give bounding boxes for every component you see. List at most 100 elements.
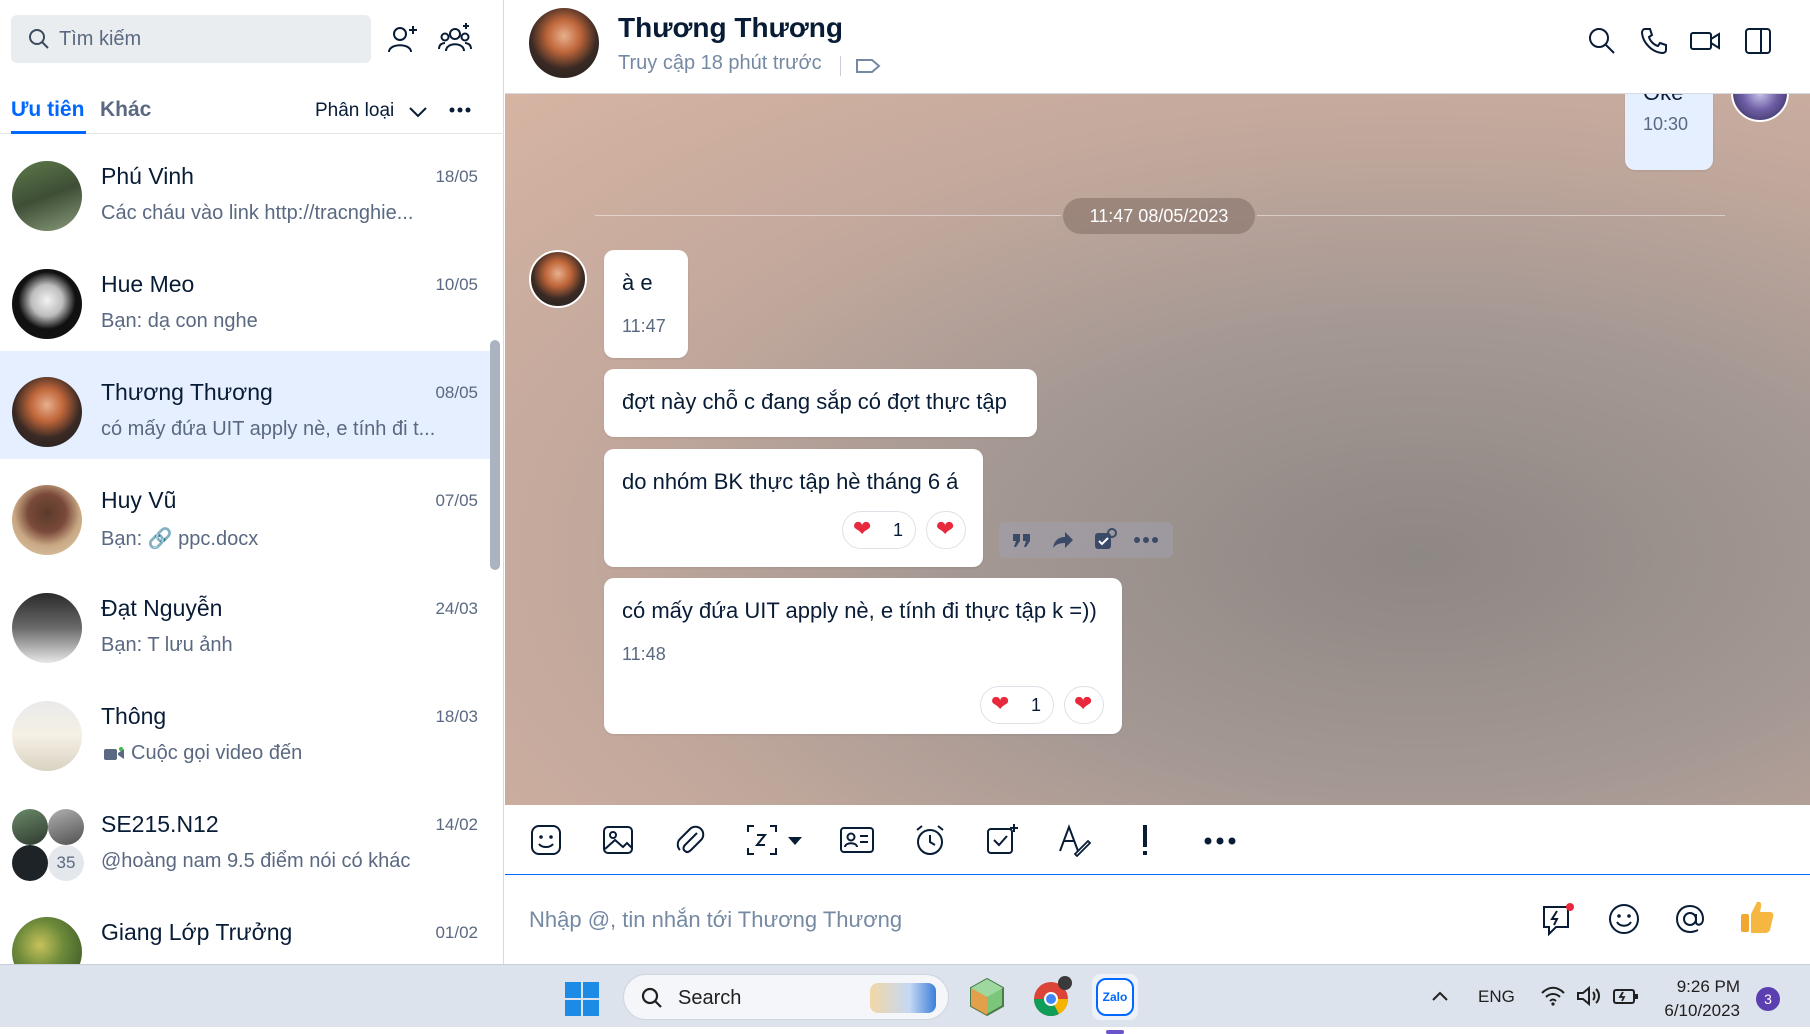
video-call-icon[interactable] [1689,26,1721,56]
zalo-app-icon[interactable]: Zalo [1092,974,1138,1034]
avatar [12,377,82,447]
conversation-scrollbar[interactable] [490,340,500,570]
contact-name[interactable]: Thương Thương [618,12,843,44]
screenshot-icon[interactable] [745,823,779,857]
conversation-item[interactable]: Hue Meo 10/05 Bạn: dạ con nghe [0,243,500,351]
tab-other[interactable]: Khác [100,98,151,122]
keyboard-language[interactable]: ENG [1478,987,1515,1007]
message-text: có mấy đứa UIT apply nè, e tính đi thực … [622,598,1097,623]
conversation-date: 08/05 [435,383,478,402]
chevron-down-icon[interactable] [787,835,803,847]
search-icon[interactable] [1587,26,1617,56]
volume-icon[interactable] [1576,985,1602,1007]
chevron-down-icon[interactable] [406,100,430,124]
conversation-item[interactable]: Phú Vinh 18/05 Các cháu vào link http://… [0,135,500,243]
more-options-icon[interactable] [1133,534,1159,546]
conversation-date: 10/05 [435,275,478,294]
message-time: 10:30 [1643,114,1689,134]
quote-reply-icon[interactable] [1011,530,1033,550]
conversation-name: SE215.N12 [101,811,219,837]
contact-card-icon[interactable] [839,823,875,857]
message-bubble[interactable]: à e 11:47 [604,250,688,358]
task-checkbox-icon[interactable] [985,823,1019,857]
reaction-summary[interactable]: ❤ 1 [980,686,1054,724]
3d-cube-app-icon[interactable] [964,974,1010,1020]
conversation-item[interactable]: Thông 18/03 Cuộc gọi video đến [0,675,500,783]
message-bubble[interactable]: đợt này chỗ c đang sắp có đợt thực tập [604,369,1037,437]
tab-priority[interactable]: Ưu tiên [11,98,87,134]
conversation-date: 18/05 [435,167,478,186]
conversation-item[interactable]: Đạt Nguyễn 24/03 Bạn: T lưu ảnh [0,567,500,675]
taskbar-search[interactable]: Search [623,974,949,1020]
emoji-icon[interactable] [1607,902,1641,936]
conversation-preview: Bạn: 🔗 ppc.docx [101,528,259,550]
conversation-name: Huy Vũ [101,487,177,513]
clock-time[interactable]: 9:26 PM [1660,977,1740,997]
message-bubble[interactable]: do nhóm BK thực tập hè tháng 6 á ❤ 1 ❤ [604,449,983,567]
search-highlight-icon [870,983,936,1013]
conversation-item[interactable]: Huy Vũ 07/05 Bạn: 🔗 ppc.docx [0,459,500,567]
thumbs-up-icon[interactable] [1739,898,1775,936]
wifi-icon[interactable] [1540,985,1566,1007]
message-input[interactable]: Nhập @, tin nhắn tới Thương Thương [505,876,1810,964]
conversation-name: Đạt Nguyễn [101,595,223,621]
quick-message-icon[interactable] [1541,902,1575,938]
message-text: đợt này chỗ c đang sắp có đợt thực tập [622,389,1007,414]
conversation-date: 01/02 [435,923,478,942]
message-text: à e [622,270,653,295]
attachment-icon[interactable] [673,823,707,857]
message-area[interactable]: Oke 10:30 11:47 08/05/2023 à e 11:47 đợt… [505,94,1810,805]
classify-dropdown[interactable]: Phân loại [315,100,394,122]
mention-icon[interactable] [1673,902,1707,936]
heart-icon: ❤ [991,691,1010,716]
contact-avatar[interactable] [529,8,599,78]
conversation-preview: có mấy đứa UIT apply nè, e tính đi t... [101,418,436,440]
notification-badge[interactable]: 3 [1756,987,1780,1011]
toggle-sidepanel-icon[interactable] [1743,26,1773,56]
conversation-preview: Bạn: dạ con nghe [101,310,258,332]
conversation-item[interactable]: 35 SE215.N12 14/02 @hoàng nam 9.5 điểm n… [0,783,500,891]
reminder-alarm-icon[interactable] [913,823,947,857]
search-icon [641,987,662,1008]
more-options-icon[interactable] [448,102,472,118]
text-format-icon[interactable] [1057,823,1091,857]
phone-call-icon[interactable] [1639,26,1669,56]
avatar [12,701,82,771]
reaction-summary[interactable]: ❤ 1 [842,511,916,549]
avatar [12,161,82,231]
message-bubble-sent[interactable]: Oke 10:30 [1625,94,1713,170]
react-button[interactable]: ❤ [926,511,966,549]
chevron-up-icon[interactable] [1430,987,1450,1007]
windows-taskbar: Search Zalo ENG 9:26 PM 6/10/2023 3 [0,964,1810,1034]
add-task-icon[interactable] [1093,528,1117,552]
sticker-icon[interactable] [529,823,563,857]
react-button[interactable]: ❤ [1064,686,1104,724]
conversation-name: Hue Meo [101,271,195,297]
urgent-mark-icon[interactable] [1139,823,1151,857]
label-tag-icon[interactable] [855,56,881,76]
clock-date[interactable]: 6/10/2023 [1645,1001,1740,1021]
zalo-window: Tìm kiếm Ưu tiên Khác Phân loại Phú Vinh… [0,0,1810,964]
message-time: 11:48 [622,644,666,664]
battery-icon[interactable] [1612,985,1640,1007]
heart-icon: ❤ [936,516,955,541]
conversation-list: Phú Vinh 18/05 Các cháu vào link http://… [0,135,500,964]
more-options-icon[interactable] [1203,835,1237,847]
member-count-badge: 35 [48,845,84,881]
divider [1257,215,1725,216]
conversation-item-active[interactable]: Thương Thương 08/05 có mấy đứa UIT apply… [0,351,500,459]
start-menu-icon[interactable] [564,981,600,1017]
forward-icon[interactable] [1051,530,1075,550]
self-avatar [1731,94,1789,122]
message-bubble[interactable]: có mấy đứa UIT apply nè, e tính đi thực … [604,578,1122,734]
conversation-name: Thông [101,703,167,729]
search-input[interactable]: Tìm kiếm [11,15,371,63]
chrome-icon[interactable] [1028,974,1074,1020]
image-icon[interactable] [601,823,635,857]
add-friend-icon[interactable] [386,22,420,56]
conversation-item[interactable]: Giang Lớp Trưởng 01/02 [0,891,500,964]
sender-avatar[interactable] [529,250,587,308]
conversation-date: 14/02 [435,815,478,834]
create-group-icon[interactable] [438,22,472,56]
message-text: Oke [1643,94,1683,106]
